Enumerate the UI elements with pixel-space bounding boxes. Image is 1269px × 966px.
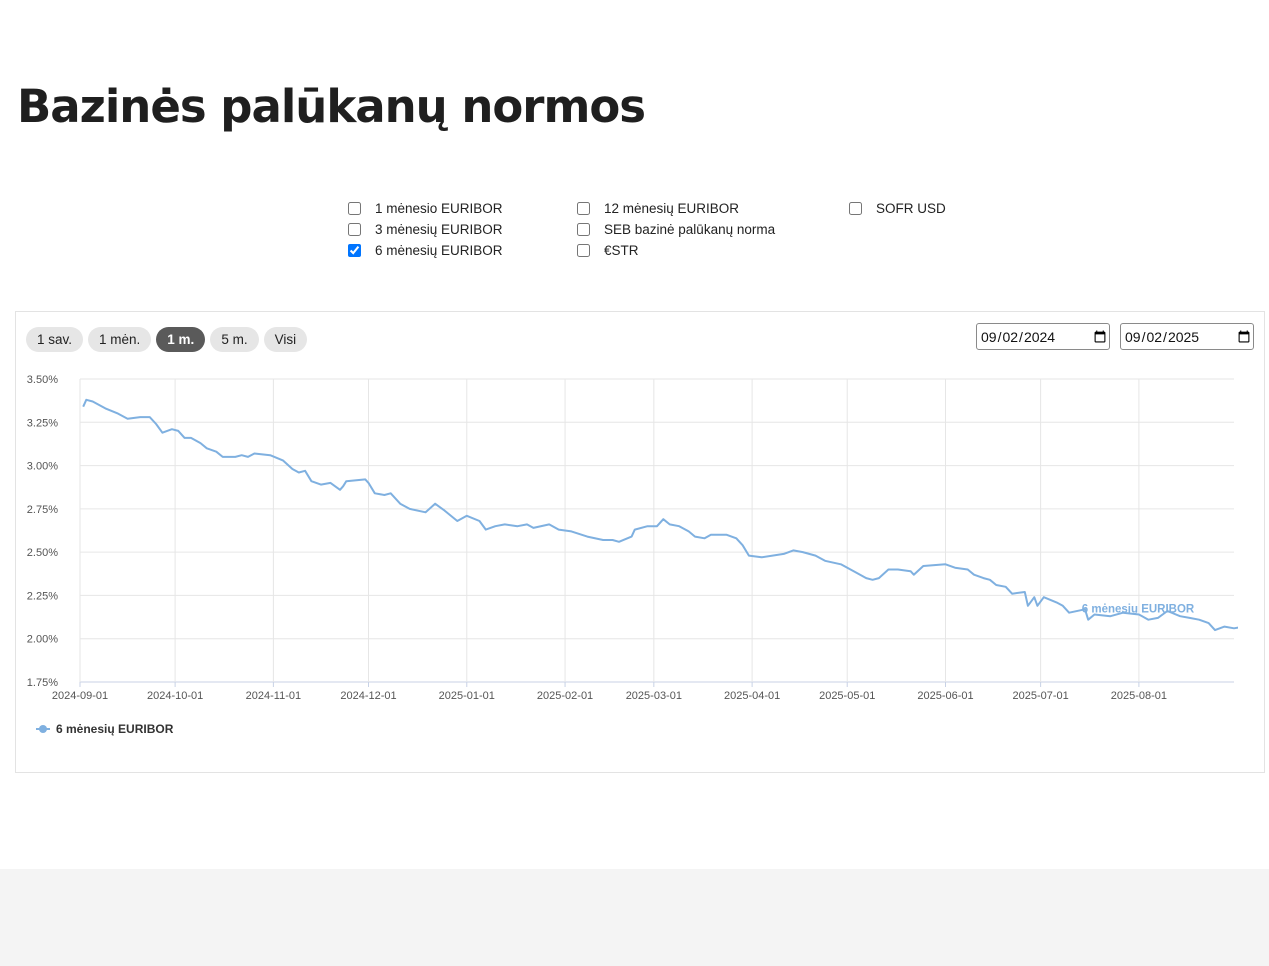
y-tick-label: 3.25% xyxy=(27,417,58,429)
x-tick-label: 2025-04-01 xyxy=(724,690,780,702)
filter-label: 3 mėnesių EURIBOR xyxy=(375,222,503,237)
y-tick-label: 3.00% xyxy=(27,461,58,473)
filter-1m-euribor[interactable]: 1 mėnesio EURIBOR xyxy=(346,198,575,219)
filter-3m-euribor[interactable]: 3 mėnesių EURIBOR xyxy=(346,219,575,240)
x-tick-label: 2025-05-01 xyxy=(819,690,875,702)
x-tick-label: 2025-06-01 xyxy=(917,690,973,702)
x-tick-label: 2025-02-01 xyxy=(537,690,593,702)
x-tick-label: 2025-08-01 xyxy=(1111,690,1167,702)
footer-band xyxy=(0,869,1269,966)
x-tick-label: 2025-01-01 xyxy=(439,690,495,702)
y-tick-label: 1.75% xyxy=(27,677,58,689)
rate-filter-list: 1 mėnesio EURIBOR 3 mėnesių EURIBOR 6 mė… xyxy=(346,198,1047,261)
x-tick-label: 2024-09-01 xyxy=(52,690,108,702)
filter-checkbox[interactable] xyxy=(849,202,862,215)
x-tick-label: 2024-12-01 xyxy=(340,690,396,702)
filter-estr[interactable]: €STR xyxy=(575,240,847,261)
series-end-label: 6 mėnesių EURIBOR xyxy=(1082,604,1195,616)
filter-checkbox[interactable] xyxy=(577,202,590,215)
filter-sofr-usd[interactable]: SOFR USD xyxy=(847,198,1047,219)
series-line xyxy=(82,398,1238,632)
filter-label: 1 mėnesio EURIBOR xyxy=(375,201,503,216)
chart-panel: 1 sav. 1 mėn. 1 m. 5 m. Visi 1.75%2.00%2… xyxy=(15,311,1265,773)
legend-label: 6 mėnesių EURIBOR xyxy=(56,722,174,736)
filter-12m-euribor[interactable]: 12 mėnesių EURIBOR xyxy=(575,198,847,219)
filter-6m-euribor[interactable]: 6 mėnesių EURIBOR xyxy=(346,240,575,261)
page-title: Bazinės palūkanų normos xyxy=(17,80,646,133)
y-tick-label: 3.50% xyxy=(27,374,58,386)
filter-checkbox[interactable] xyxy=(577,244,590,257)
filter-label: 6 mėnesių EURIBOR xyxy=(375,243,503,258)
x-tick-label: 2024-11-01 xyxy=(246,690,301,702)
filter-label: €STR xyxy=(604,243,639,258)
filter-checkbox[interactable] xyxy=(348,223,361,236)
x-tick-label: 2025-07-01 xyxy=(1012,690,1068,702)
filter-seb-base-rate[interactable]: SEB bazinė palūkanų norma xyxy=(575,219,847,240)
line-chart: 1.75% 2.00% 2.25% 2.50% 2.75% 3.00% 3.25% 3.50%… xyxy=(27,374,1238,736)
y-tick-label: 2.25% xyxy=(27,590,58,602)
y-tick-label: 2.50% xyxy=(27,547,58,559)
x-tick-label: 2025-03-01 xyxy=(626,690,682,702)
filter-label: 12 mėnesių EURIBOR xyxy=(604,201,740,216)
filter-checkbox[interactable] xyxy=(348,202,361,215)
filter-label: SOFR USD xyxy=(876,201,946,216)
y-tick-label: 2.00% xyxy=(27,634,58,646)
filter-checkbox[interactable] xyxy=(577,223,590,236)
filter-checkbox[interactable] xyxy=(348,244,361,257)
y-tick-label: 2.75% xyxy=(27,504,58,516)
filter-label: SEB bazinė palūkanų norma xyxy=(604,222,776,237)
x-tick-label: 2024-10-01 xyxy=(147,690,203,702)
legend-marker xyxy=(39,725,47,733)
